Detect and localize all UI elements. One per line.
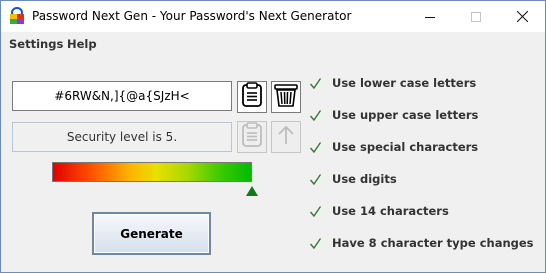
check-icon: [309, 77, 322, 90]
clipboard-icon: [241, 122, 263, 152]
menu-settings[interactable]: Settings: [9, 37, 63, 51]
check-icon: [309, 109, 322, 122]
security-level-field: Security level is 5.: [12, 122, 232, 152]
rule-label: Have 8 character type changes: [332, 236, 534, 250]
menu-help[interactable]: Help: [67, 37, 97, 51]
app-logo-icon: [9, 7, 25, 25]
copy-password-button[interactable]: [237, 81, 267, 113]
increase-level-button: [271, 121, 301, 153]
generate-button[interactable]: Generate: [92, 212, 211, 255]
app-window: Password Next Gen - Your Password's Next…: [0, 0, 546, 273]
rule-item: Use special characters: [309, 137, 545, 157]
menu-bar: Settings Help: [1, 32, 545, 54]
rule-item: Use 14 characters: [309, 201, 545, 221]
rule-label: Use lower case letters: [332, 76, 477, 90]
security-meter: [52, 162, 252, 182]
check-icon: [309, 173, 322, 186]
window-title: Password Next Gen - Your Password's Next…: [32, 9, 352, 23]
clipboard-icon: [241, 82, 263, 112]
copy-security-button: [237, 121, 267, 153]
arrow-up-icon: [277, 124, 295, 150]
password-field[interactable]: #6RW&N,]{@a{SJzH<: [12, 81, 232, 111]
rule-item: Use lower case letters: [309, 73, 545, 93]
rule-label: Use special characters: [332, 140, 479, 154]
rule-item: Use digits: [309, 169, 545, 189]
rule-item: Have 8 character type changes: [309, 233, 545, 253]
check-icon: [309, 237, 322, 250]
rule-label: Use digits: [332, 172, 397, 186]
minimize-button[interactable]: [407, 1, 453, 32]
title-bar[interactable]: Password Next Gen - Your Password's Next…: [1, 1, 545, 32]
rule-label: Use 14 characters: [332, 204, 449, 218]
check-icon: [309, 141, 322, 154]
clear-password-button[interactable]: [271, 81, 301, 113]
maximize-button: [453, 1, 499, 32]
meter-marker: [246, 186, 258, 196]
close-button[interactable]: [499, 1, 545, 32]
rule-label: Use upper case letters: [332, 108, 479, 122]
rule-item: Use upper case letters: [309, 105, 545, 125]
check-icon: [309, 205, 322, 218]
trash-icon: [273, 82, 299, 112]
